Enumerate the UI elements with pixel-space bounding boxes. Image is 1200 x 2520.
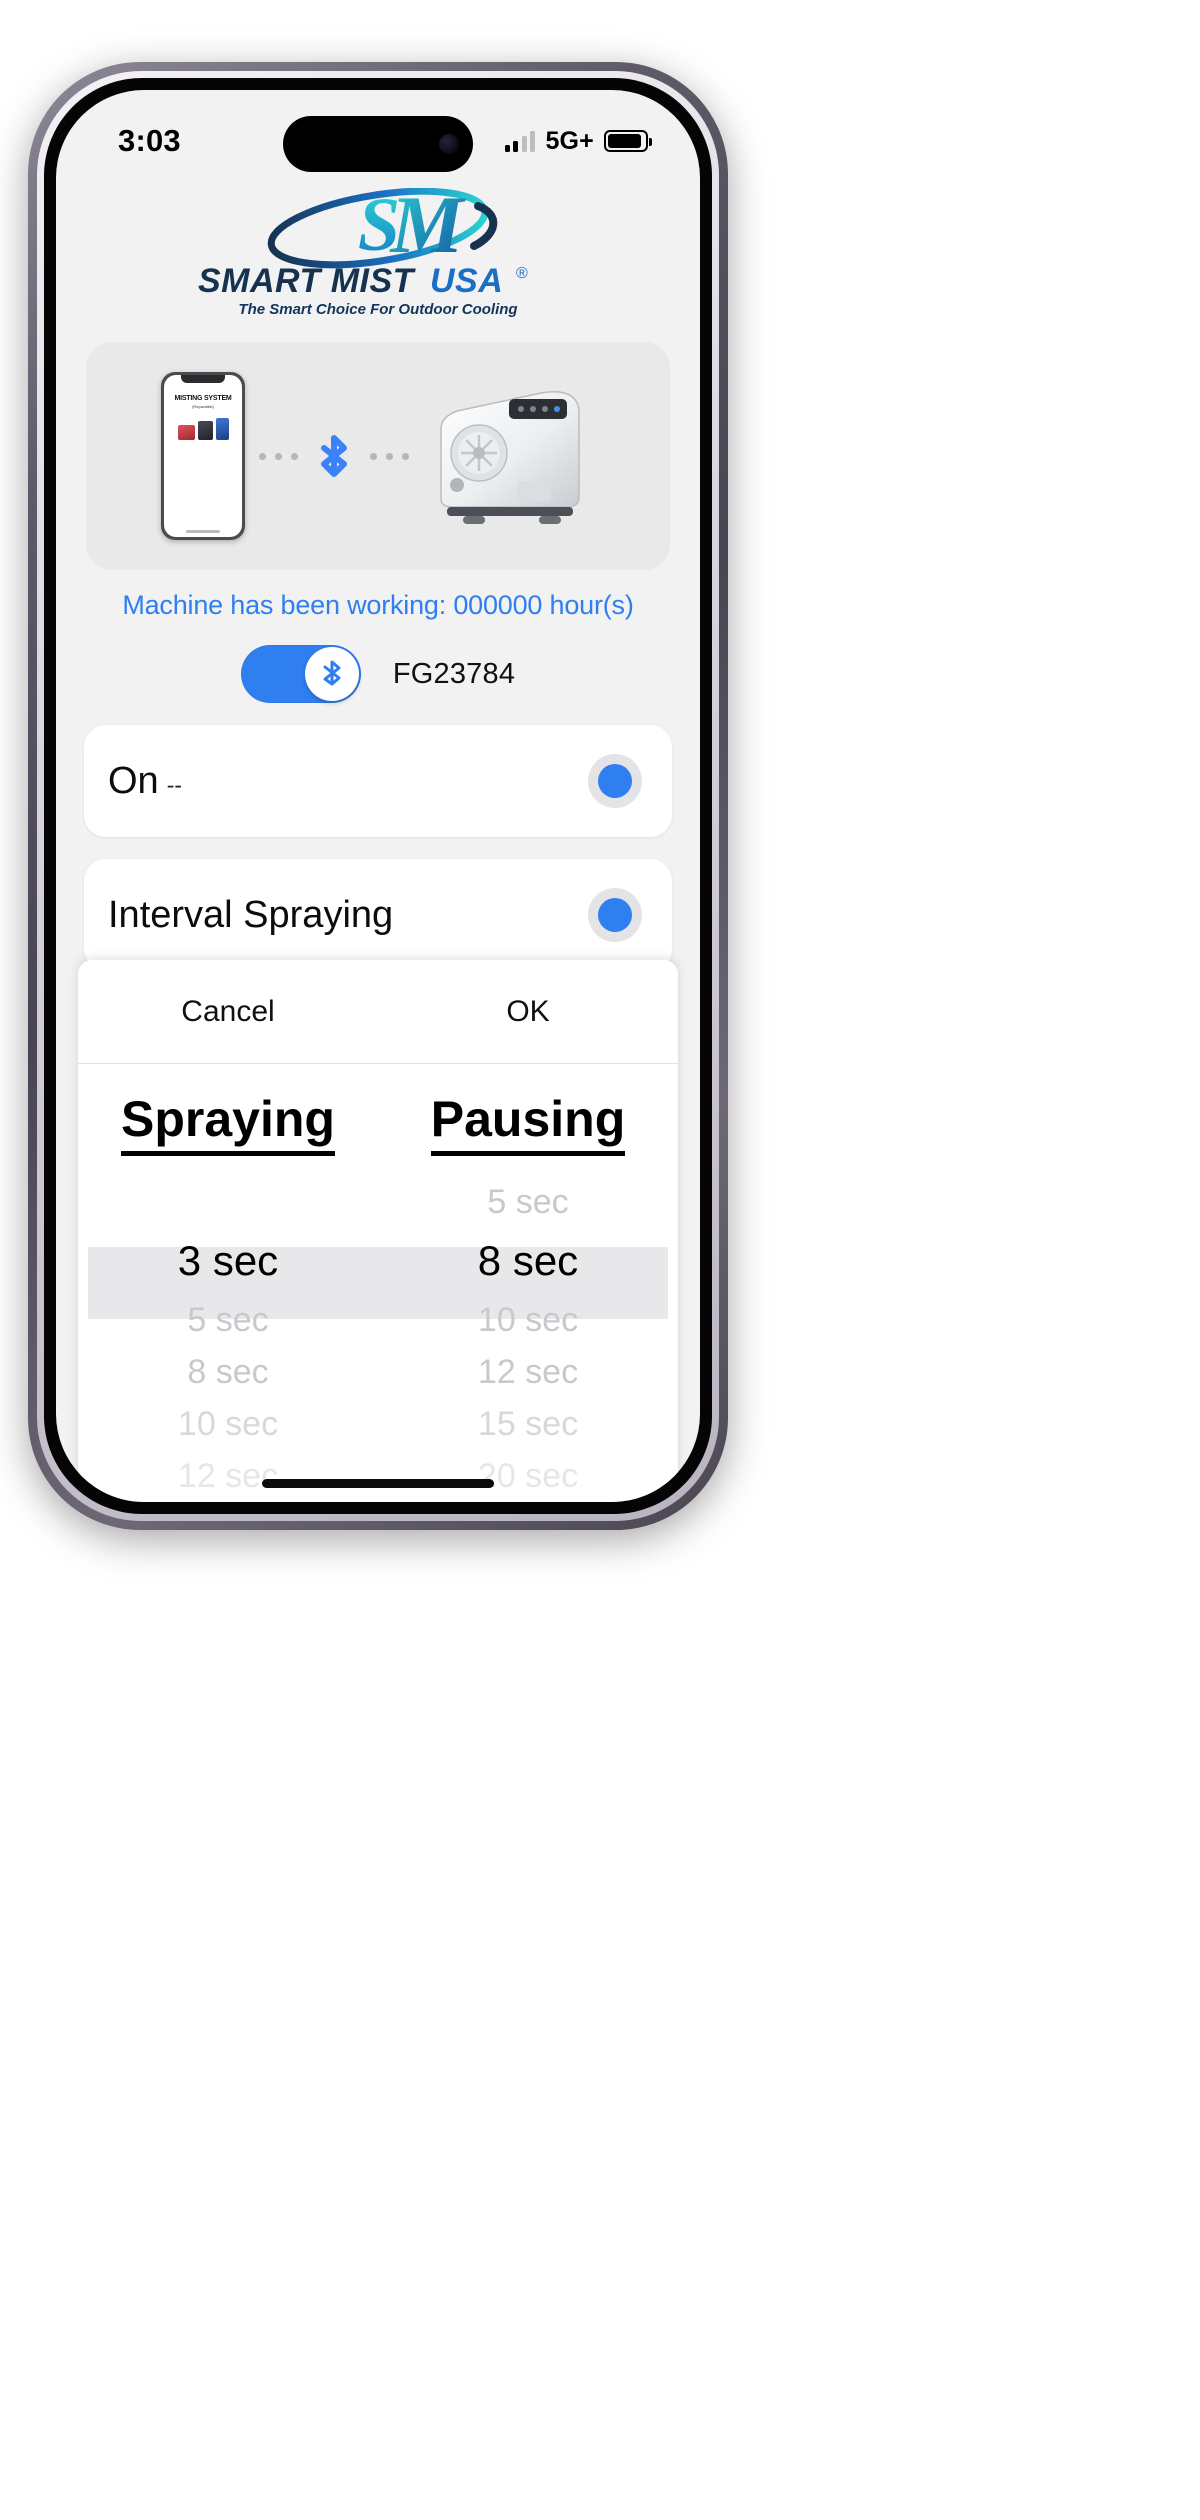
connection-dots-left [259, 452, 298, 460]
bluetooth-icon [323, 660, 341, 686]
bluetooth-icon [321, 435, 347, 477]
spray-mode-label-group: Interval Spraying [108, 894, 393, 937]
picker-wheels-container: 3 sec 5 sec 8 sec 10 sec 12 sec 5 sec 8 … [78, 1148, 678, 1502]
picker-option-pausing-3[interactable]: 15 sec [378, 1398, 678, 1450]
picker-wheel-pausing[interactable]: 5 sec 8 sec 10 sec 12 sec 15 sec 20 sec [378, 1176, 678, 1502]
screenshot-canvas: 3:03 5G+ S M SMART MIST USA ® The Smart … [0, 0, 1200, 2520]
network-type-label: 5G+ [545, 126, 594, 155]
picker-header-pausing-wrap: Pausing [378, 1090, 678, 1156]
picker-option-pausing-2[interactable]: 12 sec [378, 1346, 678, 1398]
spray-mode-label: Interval Spraying [108, 893, 394, 936]
picker-option-spraying-selected[interactable]: 3 sec [78, 1228, 378, 1294]
brand-logo: S M SMART MIST USA ® The Smart Choice Fo… [56, 188, 700, 320]
picker-cancel-button[interactable]: Cancel [78, 995, 378, 1029]
picker-wheels: 3 sec 5 sec 8 sec 10 sec 12 sec 5 sec 8 … [78, 1148, 678, 1502]
illustration-phone-subtitle: (Reparatlist) [192, 404, 214, 409]
status-bar-time: 3:03 [118, 123, 181, 158]
bluetooth-connection-row: FG23784 [56, 645, 700, 703]
bluetooth-device-name: FG23784 [392, 657, 516, 690]
picker-wheel-spraying[interactable]: 3 sec 5 sec 8 sec 10 sec 12 sec [78, 1176, 378, 1502]
picker-option-pausing-above-0[interactable]: 5 sec [378, 1176, 678, 1228]
illustration-phone-notch [181, 375, 225, 383]
picker-ok-button[interactable]: OK [378, 995, 678, 1029]
picker-option-spraying-2[interactable]: 8 sec [78, 1346, 378, 1398]
connection-illustration-card: MISTING SYSTEM (Reparatlist) [86, 342, 670, 570]
machine-working-status: Machine has been working: 000000 hour(s) [122, 590, 634, 620]
illustration-product-thumbnails [177, 418, 229, 440]
svg-text:USA: USA [430, 262, 503, 300]
svg-text:SMART MIST: SMART MIST [198, 262, 417, 300]
picker-header-pausing: Pausing [430, 1091, 626, 1156]
picker-option-pausing-1[interactable]: 10 sec [378, 1294, 678, 1346]
phone-frame-midband: 3:03 5G+ S M SMART MIST USA ® The Smart … [37, 71, 719, 1521]
picker-column-headers: Spraying Pausing [78, 1064, 678, 1156]
picker-option-pausing-4[interactable]: 20 sec [378, 1450, 678, 1502]
app-screen: 3:03 5G+ S M SMART MIST USA ® The Smart … [56, 90, 700, 1502]
power-state-radio[interactable] [588, 754, 642, 808]
picker-option-spraying-1[interactable]: 5 sec [78, 1294, 378, 1346]
interval-picker-sheet: Cancel OK Spraying Pausing 3 sec 5 sec 8… [78, 960, 678, 1502]
phone-device-frame: 3:03 5G+ S M SMART MIST USA ® The Smart … [28, 62, 728, 1530]
status-bar: 3:03 5G+ [56, 90, 700, 174]
connection-dots-right [370, 452, 409, 460]
picker-action-bar: Cancel OK [78, 960, 678, 1064]
picker-option-spraying-4[interactable]: 12 sec [78, 1450, 378, 1502]
svg-text:The Smart Choice For Outdoor C: The Smart Choice For Outdoor Cooling [238, 301, 517, 318]
battery-icon [604, 130, 652, 152]
home-indicator[interactable] [262, 1479, 494, 1488]
picker-option-spraying-3[interactable]: 10 sec [78, 1398, 378, 1450]
status-bar-indicators: 5G+ [504, 126, 652, 156]
spray-mode-row[interactable]: Interval Spraying [84, 859, 672, 971]
spray-mode-radio[interactable] [588, 888, 642, 942]
svg-text:®: ® [516, 265, 528, 282]
power-state-label: On [108, 759, 159, 802]
dynamic-island [283, 116, 473, 172]
bluetooth-toggle[interactable] [240, 645, 361, 703]
svg-text:M: M [389, 188, 467, 270]
misting-machine-illustration [440, 391, 580, 524]
picker-header-spraying: Spraying [121, 1091, 335, 1156]
phone-illustration: MISTING SYSTEM (Reparatlist) [161, 372, 245, 540]
power-state-label-group: On -- [108, 760, 182, 803]
illustration-phone-title: MISTING SYSTEM [174, 395, 232, 402]
picker-option-pausing-selected[interactable]: 8 sec [378, 1228, 678, 1294]
smart-mist-usa-logo-svg: S M SMART MIST USA ® The Smart Choice Fo… [198, 188, 528, 318]
power-state-suffix: -- [166, 771, 183, 798]
picker-header-spraying-wrap: Spraying [78, 1090, 378, 1156]
cellular-signal-icon [504, 130, 536, 152]
phone-bezel: 3:03 5G+ S M SMART MIST USA ® The Smart … [44, 78, 712, 1514]
bluetooth-toggle-knob [304, 647, 359, 701]
power-state-row[interactable]: On -- [84, 725, 672, 837]
